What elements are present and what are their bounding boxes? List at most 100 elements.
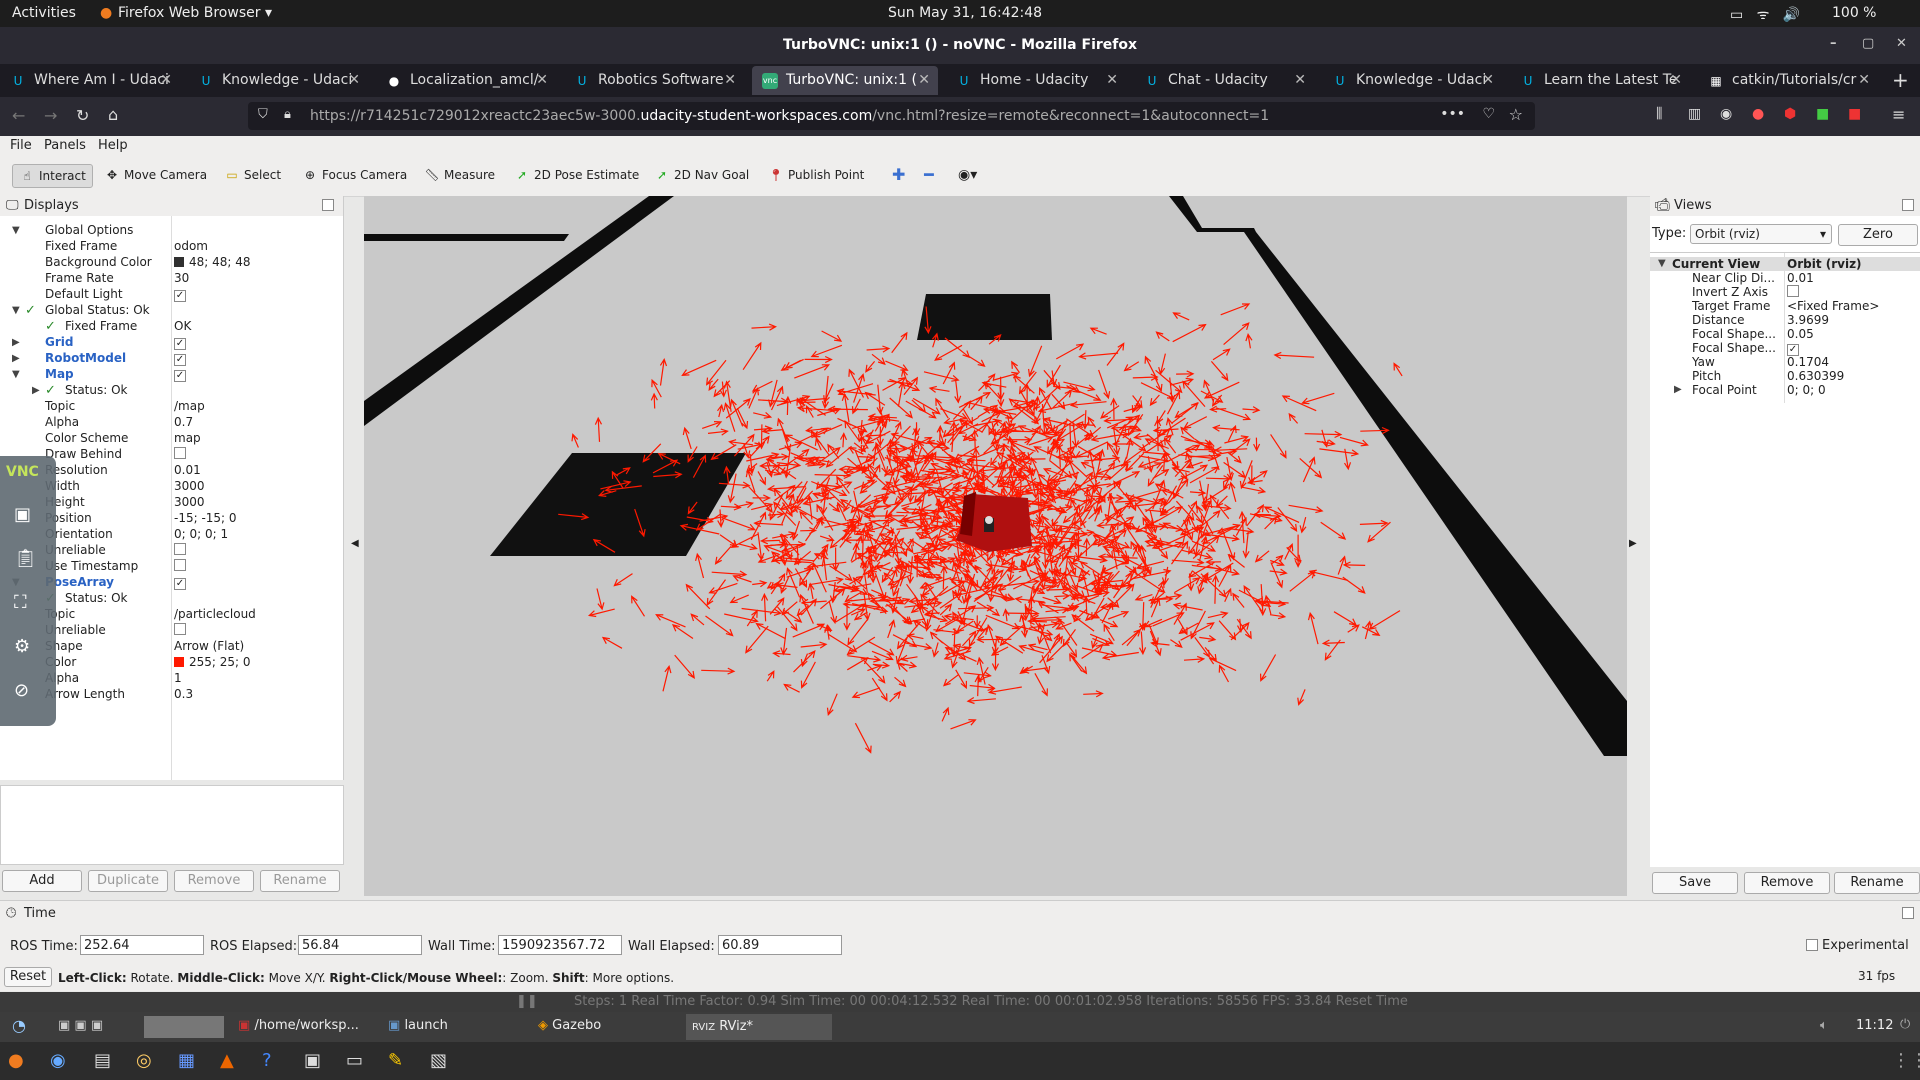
view-property-value[interactable]: 0.01 [1787, 271, 1814, 285]
tab[interactable]: U Where Am I - Udaci ✕ [0, 66, 180, 95]
bookmark-star-icon[interactable]: ☆ [1509, 105, 1523, 124]
property-checkbox[interactable]: ✓ [174, 578, 186, 590]
view-property-value[interactable]: ✓ [1787, 341, 1799, 356]
property-value[interactable]: 0.3 [174, 687, 193, 701]
property-value[interactable] [174, 447, 186, 462]
close-tab-icon[interactable]: ✕ [1294, 66, 1306, 95]
camera-type-icon[interactable]: ◉▾ [958, 164, 977, 186]
view-property-value[interactable]: Orbit (rviz) [1787, 257, 1862, 271]
property-value[interactable]: 0.01 [174, 463, 201, 477]
close-tab-icon[interactable]: ✕ [160, 66, 172, 95]
wall-elapsed-field[interactable]: 60.89 [718, 935, 842, 955]
tab-active[interactable]: vnc TurboVNC: unix:1 (✕ [752, 66, 938, 95]
extension-icon[interactable]: ■ [1848, 106, 1861, 122]
workspace-pager[interactable] [144, 1016, 224, 1038]
minimize-icon[interactable]: – [1830, 36, 1837, 51]
image-viewer-icon[interactable]: ▧ [430, 1050, 447, 1071]
monitor-app-icon[interactable]: ▣ [304, 1050, 321, 1071]
property-checkbox[interactable]: ✓ [174, 354, 186, 366]
property-value[interactable]: 30 [174, 271, 189, 285]
view-property-value[interactable]: <Fixed Frame> [1787, 299, 1879, 313]
property-checkbox[interactable] [174, 543, 186, 555]
wall-time-field[interactable]: 1590923567.72 [498, 935, 622, 955]
remove-tool-icon[interactable]: ━ [924, 164, 934, 186]
tray-icons[interactable]: ▭ ᯤ 🔊 [1730, 5, 1800, 24]
property-checkbox[interactable]: ✓ [174, 370, 186, 382]
collapse-arrow-icon[interactable]: ▶ [12, 337, 20, 348]
taskbar-clock[interactable]: 11:12 [1856, 1018, 1893, 1033]
sidebar-icon[interactable]: ▥ [1688, 106, 1701, 122]
expand-arrow-icon[interactable]: ▼ [1658, 258, 1666, 269]
task-terminal[interactable]: ▣ /home/worksp... [238, 1018, 359, 1033]
tab[interactable]: U Robotics Software ✕ [564, 66, 744, 95]
remove-view-button[interactable]: Remove [1744, 872, 1830, 894]
close-tab-icon[interactable]: ✕ [536, 66, 548, 95]
reload-icon[interactable]: ↻ [76, 106, 89, 125]
thunderbird-icon[interactable]: ◉ [50, 1050, 66, 1071]
settings-gear-icon[interactable]: ⚙ [14, 636, 30, 657]
float-checkbox[interactable] [1902, 199, 1914, 211]
property-value[interactable]: 48; 48; 48 [174, 255, 251, 269]
collapse-arrow-icon[interactable]: ▶ [1674, 384, 1682, 395]
fullscreen-icon[interactable]: ⛶ [14, 592, 27, 613]
task-rviz[interactable]: RVIZ RViz* [686, 1014, 832, 1040]
quicklaunch-icon[interactable]: ▣ ▣ ▣ [58, 1018, 103, 1033]
property-value[interactable]: 3000 [174, 479, 205, 493]
property-value[interactable]: ✓ [174, 335, 186, 350]
help-icon[interactable]: ? [262, 1050, 272, 1071]
text-editor-icon[interactable]: ✎ [388, 1050, 403, 1071]
view-property-row[interactable]: Target Frame <Fixed Frame> [1650, 299, 1920, 313]
property-checkbox[interactable] [1787, 285, 1799, 297]
view-property-row[interactable]: Pitch 0.630399 [1650, 369, 1920, 383]
expand-arrow-icon[interactable]: ▼ [12, 305, 20, 316]
property-value[interactable]: ✓ [174, 367, 186, 382]
duplicate-display-button[interactable]: Duplicate [88, 870, 168, 892]
collapse-left-icon[interactable]: ◀ [351, 538, 359, 549]
task-launch[interactable]: ▣ launch [388, 1018, 448, 1033]
view-property-row[interactable]: Invert Z Axis [1650, 285, 1920, 299]
property-value[interactable]: Arrow (Flat) [174, 639, 244, 653]
remove-display-button[interactable]: Remove [174, 870, 254, 892]
focus-camera-tool[interactable]: ⊕ Focus Camera [302, 164, 407, 186]
view-property-row[interactable]: Yaw 0.1704 [1650, 355, 1920, 369]
select-tool[interactable]: ▭ Select [224, 164, 281, 186]
tab[interactable]: ● Localization_amcl/✕ [376, 66, 556, 95]
tab[interactable]: U Chat - Udacity ✕ [1134, 66, 1314, 95]
ros-elapsed-field[interactable]: 56.84 [298, 935, 422, 955]
close-tab-icon[interactable]: ✕ [1858, 66, 1870, 95]
novnc-control-bar[interactable]: VNC ▣ 📋︎ ⛶ ⚙ ⊘ [0, 456, 56, 726]
lock-icon[interactable]: 🔒︎ [284, 107, 291, 122]
property-value[interactable]: 3000 [174, 495, 205, 509]
home-icon[interactable]: ⌂ [108, 105, 118, 124]
property-value[interactable]: /particlecloud [174, 607, 256, 621]
property-checkbox[interactable] [174, 623, 186, 635]
collapse-arrow-icon[interactable]: ▶ [12, 353, 20, 364]
publish-point-tool[interactable]: 📍︎ Publish Point [768, 164, 864, 186]
experimental-checkbox[interactable] [1806, 939, 1818, 951]
add-display-button[interactable]: Add [2, 870, 82, 892]
property-checkbox[interactable]: ✓ [174, 290, 186, 302]
files-icon[interactable]: ▤ [94, 1050, 111, 1071]
page-actions-icon[interactable]: ••• [1440, 106, 1465, 122]
clock[interactable]: Sun May 31, 16:42:48 [888, 5, 1042, 21]
writer-icon[interactable]: ▦ [178, 1050, 195, 1071]
power-icon[interactable]: ⏻ [1900, 1017, 1910, 1032]
expand-arrow-icon[interactable]: ▼ [12, 225, 20, 236]
view-property-value[interactable]: 0.1704 [1787, 355, 1829, 369]
views-tree[interactable]: ▼ Current View Orbit (rviz) Near Clip Di...… [1650, 252, 1920, 873]
add-tool-icon[interactable]: ✚ [892, 164, 905, 186]
property-value[interactable] [174, 559, 186, 574]
menu-help[interactable]: Help [98, 138, 128, 153]
activities-button[interactable]: Activities [12, 5, 76, 21]
terminal-app-icon[interactable]: ▭ [346, 1050, 363, 1071]
new-tab-icon[interactable]: + [1892, 68, 1909, 92]
view-property-value[interactable]: 0; 0; 0 [1787, 383, 1826, 397]
menu-icon[interactable]: ≡ [1892, 105, 1905, 124]
float-checkbox[interactable] [1902, 907, 1914, 919]
volume-icon[interactable]: 🔈︎ [1820, 1018, 1828, 1033]
url-bar[interactable]: ⛉ 🔒︎ https://r714251c729012xreactc23aec5… [248, 102, 1535, 130]
property-value[interactable]: 0.7 [174, 415, 193, 429]
save-view-button[interactable]: Save [1652, 872, 1738, 894]
close-tab-icon[interactable]: ✕ [724, 66, 736, 95]
forward-icon[interactable]: → [44, 106, 57, 125]
